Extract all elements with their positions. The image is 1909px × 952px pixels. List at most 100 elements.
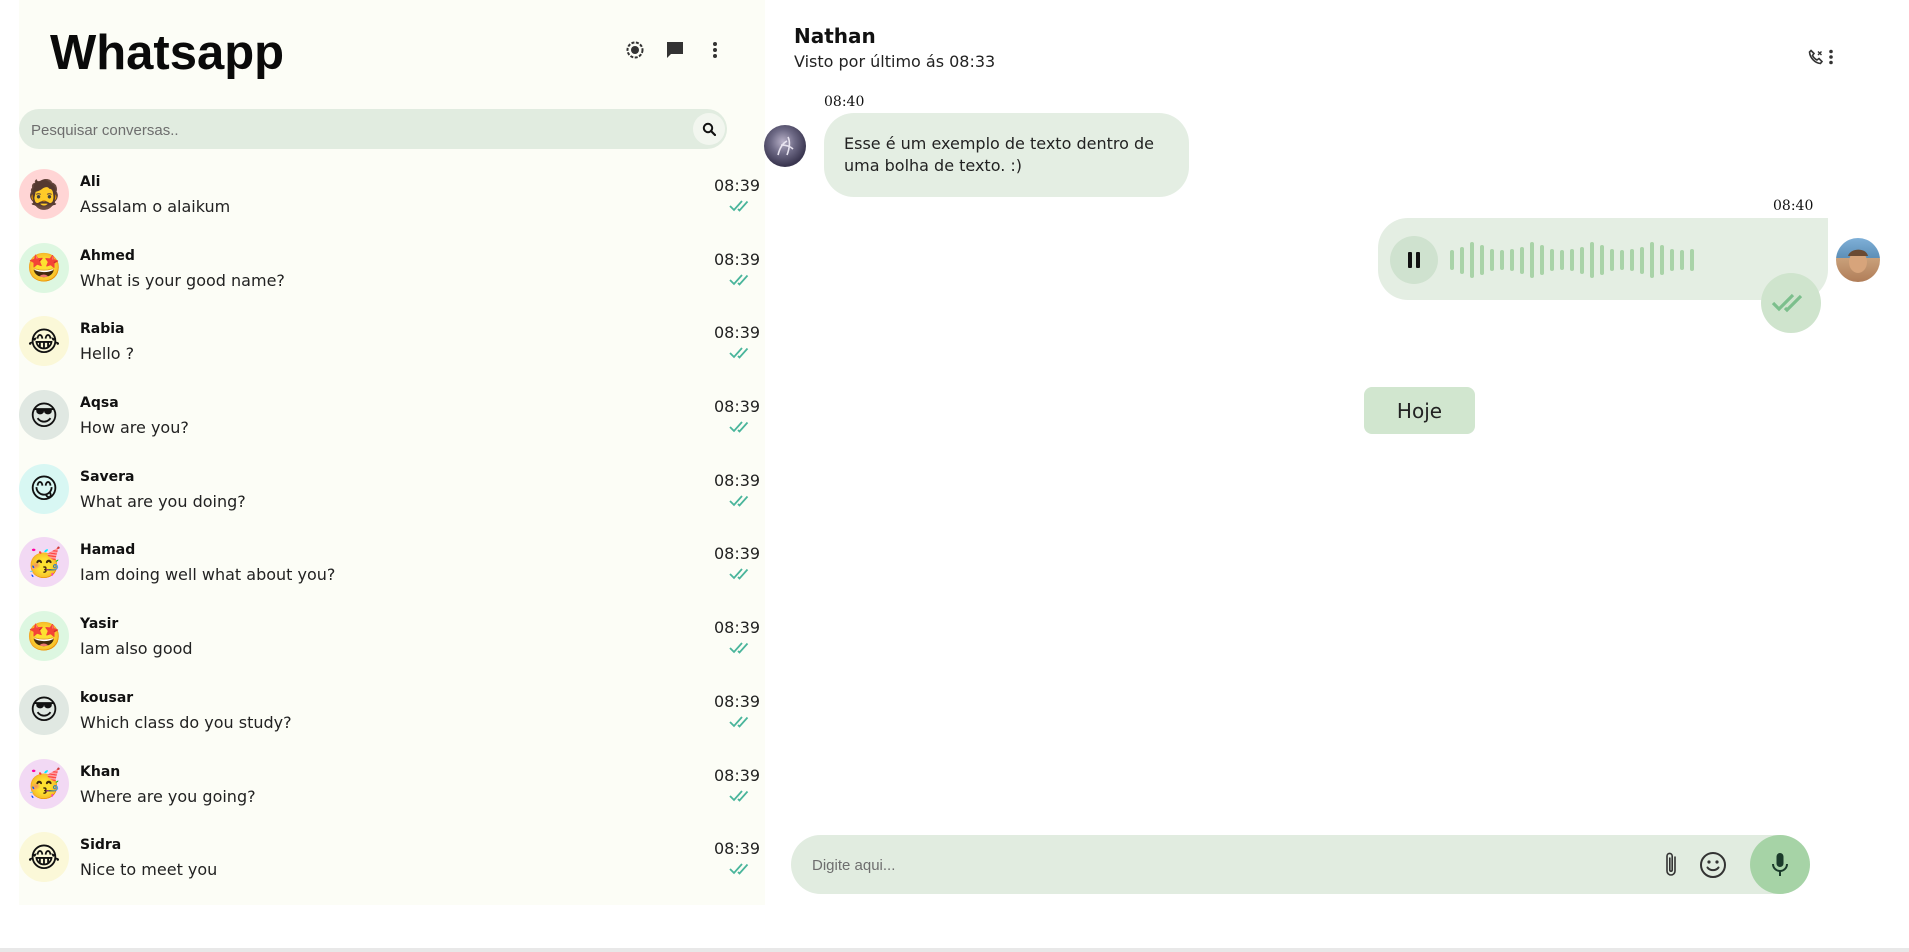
double-check-icon [729,421,749,433]
double-check-icon [729,495,749,507]
emoji-icon[interactable] [1698,850,1728,880]
chat-time: 08:39 [714,470,761,490]
chat-time: 08:39 [714,397,761,417]
avatar-emoji: 😂 [27,324,61,358]
message-time: 08:40 [1773,198,1814,214]
double-check-icon [729,347,749,360]
double-check-icon [729,274,749,286]
avatar: 😎 [19,684,69,735]
attach-icon[interactable] [1657,850,1687,880]
chat-name: Savera [80,468,135,485]
chat-list-item[interactable]: 🤩 Yasir Iam also good 08:39 [19,605,765,679]
chat-header[interactable]: Nathan Visto por último ás 08:33 [794,24,995,71]
chat-time: 08:39 [714,249,761,269]
last-seen-status: Visto por último ás 08:33 [794,52,996,71]
call-icon[interactable] [1808,49,1824,69]
message-time: 08:40 [824,94,865,110]
compose-bar [791,835,1810,896]
chat-name: kousar [80,689,134,706]
avatar: 😎 [19,390,69,441]
double-check-icon [729,568,749,581]
contact-name: Nathan [794,24,876,48]
audio-waveform[interactable] [1450,236,1694,284]
new-chat-icon[interactable] [663,38,687,62]
date-separator: Hoje [1364,387,1475,434]
avatar-emoji: 🥳 [26,545,62,579]
avatar-emoji: 🤩 [26,619,62,653]
chat-time: 08:39 [714,839,761,859]
avatar: 🥳 [19,758,69,809]
double-check-icon [729,200,749,212]
avatar: 🧔 [19,169,69,219]
search-icon [702,122,716,136]
chat-name: Aqsa [80,395,119,412]
user-avatar[interactable] [1836,238,1880,282]
chat-list: 🧔 Ali Assalam o alaikum 08:39 🤩 Ahmed Wh… [19,163,765,900]
chat-name: Ahmed [80,247,135,264]
chat-last-message: Iam doing well what about you? [80,565,336,585]
avatar: 😂 [19,316,69,367]
chat-list-item[interactable]: 😎 kousar Which class do you study? 08:39 [19,679,765,753]
sidebar: Whatsapp 🧔 Ali Assalam o alaikum 08:39 🤩… [19,0,765,905]
avatar: 😋 [19,463,69,514]
chat-list-item[interactable]: 😎 Aqsa How are you? 08:39 [19,384,765,458]
chat-last-message: Hello ? [80,344,135,364]
chat-last-message: Where are you going? [80,786,256,806]
avatar: 🥳 [19,537,69,588]
avatar-emoji: 🧔 [26,177,62,211]
chat-name: Khan [80,763,121,780]
chat-list-item[interactable]: 😋 Savera What are you doing? 08:39 [19,458,765,532]
chat-last-message: Which class do you study? [80,712,292,732]
double-check-icon [729,716,749,728]
avatar-emoji: 😂 [27,840,61,874]
chat-name: Ali [80,174,101,190]
more-options-icon[interactable] [703,38,727,62]
avatar-emoji: 😎 [29,398,59,432]
double-check-icon [1761,273,1821,333]
message-input[interactable] [810,835,1414,896]
chat-list-item[interactable]: 😂 Rabia Hello ? 08:39 [19,310,765,384]
contact-avatar[interactable] [764,125,806,167]
pause-button[interactable] [1390,236,1438,284]
double-check-icon [729,863,749,875]
chat-name: Hamad [80,542,136,559]
search-input[interactable] [29,109,673,151]
avatar-emoji: 😋 [29,472,59,506]
record-audio-button[interactable] [1750,835,1810,894]
chat-list-item[interactable]: 😂 Sidra Nice to meet you 08:39 [19,826,765,900]
avatar: 🤩 [19,242,69,293]
more-options-icon[interactable] [1828,48,1834,70]
incoming-message-bubble[interactable]: Esse é um exemplo de texto dentro de uma… [824,113,1189,197]
search-bar [19,109,727,151]
chat-last-message: Nice to meet you [80,860,218,880]
chat-list-item[interactable]: 🤩 Ahmed What is your good name? 08:39 [19,237,765,311]
chat-time: 08:39 [714,618,761,638]
chat-last-message: Iam also good [80,639,193,659]
chat-time: 08:39 [714,691,761,711]
avatar-emoji: 😎 [29,693,59,727]
status-icon[interactable] [623,38,647,62]
avatar-emoji: 🤩 [26,251,62,285]
avatar: 😂 [19,832,69,883]
chat-time: 08:39 [714,544,761,564]
chat-header-actions [1808,48,1834,70]
chat-last-message: How are you? [80,418,189,438]
search-button[interactable] [693,113,725,145]
avatar-emoji: 🥳 [26,767,62,800]
chat-time: 08:39 [714,176,761,195]
chat-name: Yasir [80,616,119,633]
chat-name: Rabia [80,321,125,338]
chat-time: 08:39 [714,323,761,343]
chat-last-message: Assalam o alaikum [80,197,231,216]
chat-last-message: What is your good name? [80,270,285,290]
chat-list-item[interactable]: 🥳 Hamad Iam doing well what about you? 0… [19,531,765,605]
double-check-icon [729,642,749,654]
pause-icon [1408,252,1420,268]
audio-message-bubble [1378,218,1828,300]
chat-list-item[interactable]: 🥳 Khan Where are you going? 08:39 [19,753,765,827]
chat-time: 08:39 [714,765,761,785]
chat-name: Sidra [80,837,122,854]
chat-list-item[interactable]: 🧔 Ali Assalam o alaikum 08:39 [19,163,765,237]
avatar: 🤩 [19,611,69,662]
message-text: Esse é um exemplo de texto dentro de uma… [844,134,1154,175]
